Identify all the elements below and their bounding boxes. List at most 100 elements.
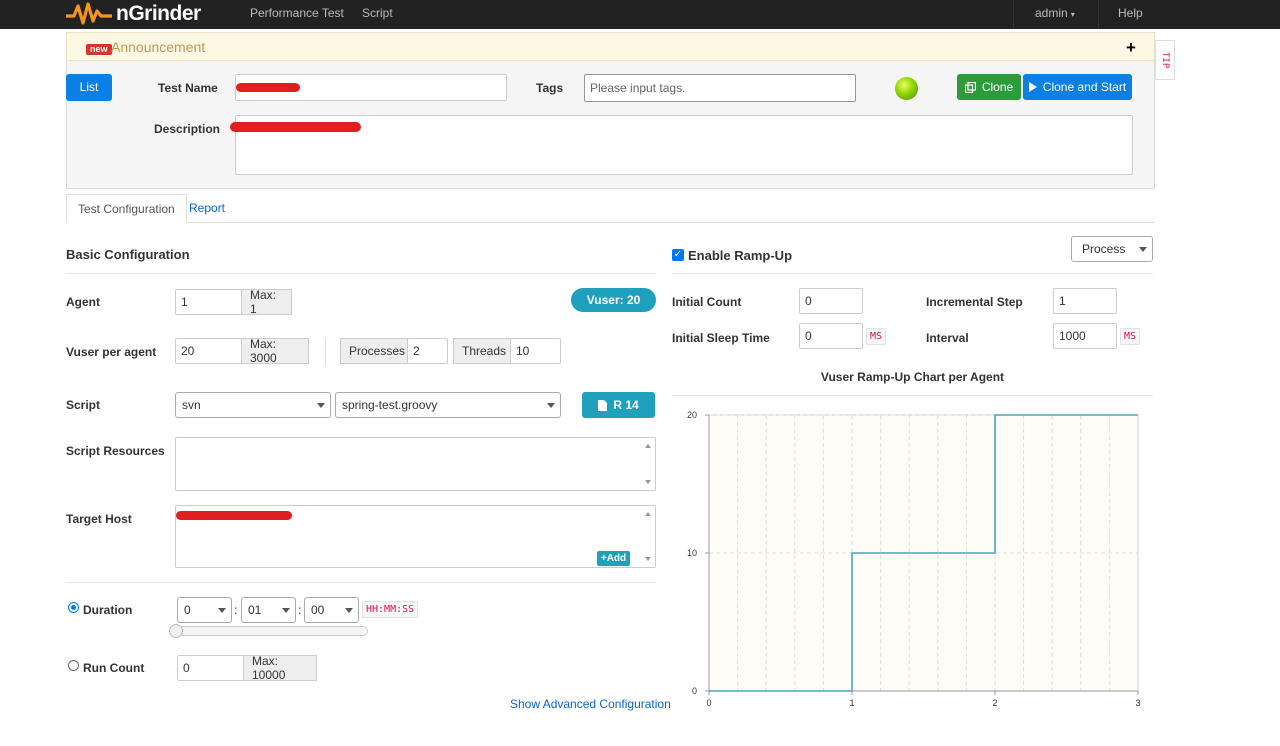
y-tick-label: 0 [692,686,697,696]
script-resources-box[interactable] [175,437,656,491]
script-label: Script [66,398,101,412]
user-name: admin [1035,6,1068,20]
initial-sleep-unit: MS [866,328,887,345]
rampup-type-value: Process [1082,242,1126,256]
x-tick-label: 1 [849,698,854,708]
tags-label: Tags [536,81,564,95]
script-repo-value: svn [182,398,201,412]
vuser-input[interactable]: 20 [175,338,242,364]
tab-report[interactable]: Report [178,194,236,223]
vuser-value: 20 [181,344,195,358]
processes-value: 2 [413,344,420,358]
agent-input[interactable]: 1 [175,289,242,315]
clone-label: Clone [981,80,1014,94]
tags-placeholder: Please input tags. [590,81,686,95]
chevron-down-icon [547,403,555,408]
run-count-radio[interactable] [68,660,79,671]
vuser-max: Max: 3000 [241,337,309,365]
x-tick-label: 2 [992,698,997,708]
show-advanced-configuration-link[interactable]: Show Advanced Configuration [510,697,671,711]
run-count-max: Max: 10000 [243,654,317,682]
redaction-mark [230,122,361,132]
interval-unit: MS [1120,328,1141,345]
threads-label: Threads [453,338,511,364]
user-menu[interactable]: admin ▾ [1035,0,1075,29]
add-label: Add [606,553,627,564]
description-textarea[interactable] [235,115,1133,175]
initial-count-label: Initial Count [672,295,742,309]
threads-input[interactable]: 10 [510,338,561,364]
y-tick-label: 20 [687,410,697,420]
initial-sleep-input[interactable]: 0 [799,323,863,349]
rampup-chart: 0 1 2 3 0 10 20 [687,410,1141,708]
ngrinder-logo[interactable]: nGrinder [66,1,201,27]
clone-and-start-button[interactable]: Clone and Start [1023,74,1132,100]
run-count-input[interactable]: 0 [177,655,244,681]
section-divider [672,395,1153,396]
initial-sleep-value: 0 [805,329,812,343]
script-revision-button[interactable]: R 14 [582,392,655,418]
expand-icon[interactable]: + [1126,38,1136,58]
duration-seconds-select[interactable]: 00 [304,597,359,623]
copy-icon [964,81,976,93]
vertical-divider [325,338,326,366]
chevron-down-icon [317,403,325,408]
section-divider [66,582,656,583]
section-divider [66,273,656,274]
chevron-down-icon: ▾ [1070,10,1075,19]
scroll-up-icon [645,512,651,516]
scroll-down-icon [645,480,651,484]
scroll-up-icon [645,444,651,448]
file-icon [598,399,608,411]
nav-script[interactable]: Script [362,0,393,29]
script-file-select[interactable]: spring-test.groovy [335,392,561,418]
test-name-label: Test Name [158,81,218,95]
scrollbar[interactable] [642,507,654,566]
list-button[interactable]: List [66,74,112,101]
duration-slider[interactable] [169,624,368,638]
rampup-type-select[interactable]: Process [1071,236,1153,262]
processes-input[interactable]: 2 [407,338,448,364]
announcement-title[interactable]: Announcement [111,39,205,55]
incremental-step-input[interactable]: 1 [1053,288,1117,314]
new-badge: new [86,44,112,55]
duration-minutes-select[interactable]: 01 [241,597,296,623]
time-separator: : [234,603,238,617]
duration-radio[interactable] [68,602,79,613]
description-label: Description [154,122,221,136]
tip-tab[interactable]: TIP [1155,40,1175,80]
nav-performance-test[interactable]: Performance Test [250,0,344,29]
basic-configuration-title: Basic Configuration [66,247,190,262]
chart-title: Vuser Ramp-Up Chart per Agent [820,370,1005,384]
script-repo-select[interactable]: svn [175,392,331,418]
chevron-down-icon [345,608,353,613]
nav-divider [1098,0,1099,29]
redaction-mark [176,511,292,520]
enable-rampup-label: Enable Ramp-Up [688,248,793,263]
incremental-step-value: 1 [1059,294,1066,308]
clone-button[interactable]: Clone [957,74,1021,100]
agent-max: Max: 1 [241,288,292,316]
tags-input[interactable]: Please input tags. [584,74,856,102]
top-navbar: nGrinder Performance Test Script admin ▾ … [0,0,1280,29]
duration-hours-select[interactable]: 0 [177,597,232,623]
incremental-step-label: Incremental Step [926,295,1023,309]
redaction-mark [236,83,300,92]
vuser-per-agent-label: Vuser per agent [66,345,157,359]
announcement-bar: new Announcement + [66,32,1155,61]
initial-count-input[interactable]: 0 [799,288,863,314]
add-host-button[interactable]: +Add [597,551,630,566]
slider-handle[interactable] [169,624,183,638]
scrollbar[interactable] [642,439,654,489]
enable-rampup-checkbox[interactable]: ✓ [672,249,684,261]
tab-test-configuration[interactable]: Test Configuration [66,194,187,223]
interval-value: 1000 [1059,329,1086,343]
nav-divider [1013,0,1014,29]
nav-help[interactable]: Help [1118,0,1143,29]
script-file-value: spring-test.groovy [342,398,438,412]
clone-start-label: Clone and Start [1042,80,1127,94]
agent-label: Agent [66,295,100,309]
interval-input[interactable]: 1000 [1053,323,1117,349]
x-tick-label: 3 [1135,698,1140,708]
section-divider [672,273,1153,274]
